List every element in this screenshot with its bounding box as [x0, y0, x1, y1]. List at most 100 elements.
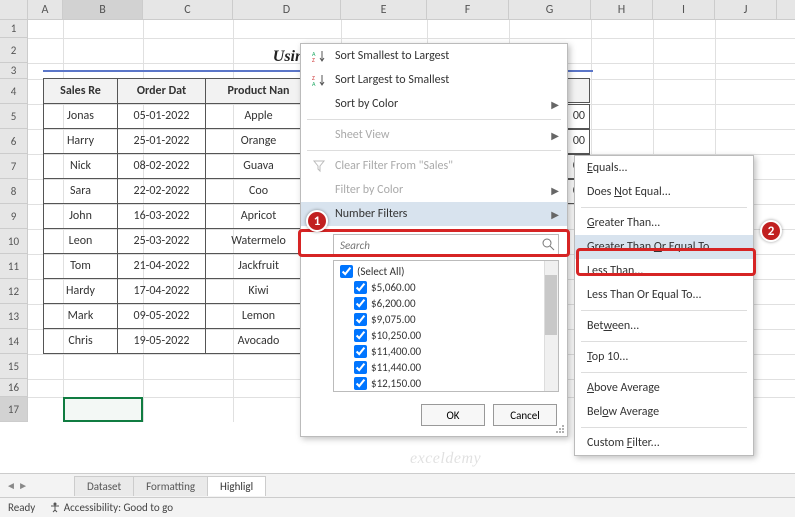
- row-13[interactable]: 13: [0, 304, 28, 329]
- tab-highlight[interactable]: Highligl: [207, 476, 266, 496]
- cell[interactable]: Sara: [44, 179, 118, 204]
- cell[interactable]: John: [44, 204, 118, 229]
- value-checkbox[interactable]: [354, 345, 367, 358]
- table-row[interactable]: Sara22-02-2022Coo: [44, 179, 312, 204]
- select-all-corner[interactable]: [0, 0, 28, 19]
- row-15[interactable]: 15: [0, 354, 28, 379]
- cell[interactable]: 19-05-2022: [118, 329, 206, 354]
- col-G[interactable]: G: [509, 0, 591, 19]
- value-list-item[interactable]: $11,440.00: [338, 359, 554, 375]
- cell[interactable]: 22-02-2022: [118, 179, 206, 204]
- cell[interactable]: 09-05-2022: [118, 304, 206, 329]
- row-7[interactable]: 7: [0, 154, 28, 179]
- search-input[interactable]: [333, 234, 559, 256]
- cell[interactable]: 25-01-2022: [118, 129, 206, 154]
- row-16[interactable]: 16: [0, 379, 28, 397]
- cell[interactable]: 16-03-2022: [118, 204, 206, 229]
- cell[interactable]: Apricot: [206, 204, 312, 229]
- ok-button[interactable]: OK: [421, 404, 485, 426]
- tab-nav[interactable]: ◄ ►: [6, 479, 28, 492]
- row-12[interactable]: 12: [0, 279, 28, 304]
- cell[interactable]: Hardy: [44, 279, 118, 304]
- table-row[interactable]: Jonas05-01-2022Apple: [44, 104, 312, 129]
- value-list-item[interactable]: $12,150.00: [338, 375, 554, 391]
- cell[interactable]: Kiwi: [206, 279, 312, 304]
- value-checkbox[interactable]: [354, 329, 367, 342]
- col-F[interactable]: F: [427, 0, 509, 19]
- value-checkbox[interactable]: [354, 377, 367, 390]
- col-J[interactable]: J: [715, 0, 777, 19]
- scrollbar-thumb[interactable]: [545, 275, 557, 335]
- tab-formatting[interactable]: Formatting: [133, 476, 208, 496]
- value-list-item[interactable]: $5,060.00: [338, 279, 554, 295]
- col-D[interactable]: D: [233, 0, 341, 19]
- value-checkbox[interactable]: [340, 265, 353, 278]
- table-row[interactable]: Mark09-05-2022Lemon: [44, 304, 312, 329]
- cell[interactable]: Apple: [206, 104, 312, 129]
- menu-number-filters[interactable]: Number Filters ▶: [301, 202, 567, 226]
- col-B[interactable]: B: [63, 0, 143, 19]
- cell[interactable]: Tom: [44, 254, 118, 279]
- value-checkbox[interactable]: [354, 313, 367, 326]
- cell[interactable]: Guava: [206, 154, 312, 179]
- row-5[interactable]: 5: [0, 104, 28, 129]
- cell[interactable]: Jonas: [44, 104, 118, 129]
- sub-top10[interactable]: Top 10...: [575, 345, 753, 369]
- th-sales-rep[interactable]: Sales Re: [44, 79, 118, 104]
- th-product-name[interactable]: Product Nan: [206, 79, 312, 104]
- tab-dataset[interactable]: Dataset: [74, 476, 134, 496]
- sub-equals[interactable]: EEquals...quals...: [575, 156, 753, 180]
- sub-greater-than-equal[interactable]: Greater Than Or Equal To...: [575, 235, 753, 259]
- value-list-item[interactable]: (Select All): [338, 263, 554, 279]
- cell[interactable]: Harry: [44, 129, 118, 154]
- table-row[interactable]: Tom21-04-2022Jackfruit: [44, 254, 312, 279]
- row-14[interactable]: 14: [0, 329, 28, 354]
- cell[interactable]: Lemon: [206, 304, 312, 329]
- table-row[interactable]: Hardy17-04-2022Kiwi: [44, 279, 312, 304]
- sub-between[interactable]: Between...: [575, 314, 753, 338]
- sub-greater-than[interactable]: Greater Than...: [575, 211, 753, 235]
- value-list-item[interactable]: $6,200.00: [338, 295, 554, 311]
- col-A[interactable]: A: [28, 0, 63, 19]
- cell[interactable]: Mark: [44, 304, 118, 329]
- col-E[interactable]: E: [341, 0, 427, 19]
- sub-not-equal[interactable]: Does Not Equal...: [575, 180, 753, 204]
- value-list-item[interactable]: $10,250.00: [338, 327, 554, 343]
- cell[interactable]: Watermelo: [206, 229, 312, 254]
- value-checkbox[interactable]: [354, 281, 367, 294]
- list-scrollbar[interactable]: [544, 261, 558, 391]
- col-C[interactable]: C: [143, 0, 233, 19]
- col-H[interactable]: H: [591, 0, 653, 19]
- row-11[interactable]: 11: [0, 254, 28, 279]
- sub-less-than[interactable]: Less Than...: [575, 259, 753, 283]
- cell[interactable]: Nick: [44, 154, 118, 179]
- table-row[interactable]: Leon25-03-2022Watermelo: [44, 229, 312, 254]
- row-9[interactable]: 9: [0, 204, 28, 229]
- sub-custom[interactable]: Custom Filter...: [575, 431, 753, 455]
- cell[interactable]: 21-04-2022: [118, 254, 206, 279]
- value-list[interactable]: (Select All)$5,060.00$6,200.00$9,075.00$…: [333, 260, 559, 392]
- table-row[interactable]: Nick08-02-2022Guava: [44, 154, 312, 179]
- cell[interactable]: Avocado: [206, 329, 312, 354]
- menu-sort-color[interactable]: Sort by Color ▶: [301, 92, 567, 116]
- value-list-item[interactable]: $14,040.00: [338, 391, 554, 392]
- sub-above-avg[interactable]: Above Average: [575, 376, 753, 400]
- cell[interactable]: 08-02-2022: [118, 154, 206, 179]
- sub-below-avg[interactable]: Below Average: [575, 400, 753, 424]
- table-row[interactable]: John16-03-2022Apricot: [44, 204, 312, 229]
- cell[interactable]: 17-04-2022: [118, 279, 206, 304]
- table-row[interactable]: Chris19-05-2022Avocado: [44, 329, 312, 354]
- row-4[interactable]: 4: [0, 79, 28, 104]
- row-3[interactable]: 3: [0, 63, 28, 79]
- row-6[interactable]: 6: [0, 129, 28, 154]
- value-checkbox[interactable]: [354, 361, 367, 374]
- cell[interactable]: 05-01-2022: [118, 104, 206, 129]
- sub-less-than-equal[interactable]: Less Than Or Equal To...: [575, 283, 753, 307]
- cell[interactable]: Chris: [44, 329, 118, 354]
- table-row[interactable]: Harry25-01-2022Orange: [44, 129, 312, 154]
- th-order-date[interactable]: Order Dat: [118, 79, 206, 104]
- cell[interactable]: Leon: [44, 229, 118, 254]
- row-2[interactable]: 2: [0, 38, 28, 63]
- cell[interactable]: 25-03-2022: [118, 229, 206, 254]
- cancel-button[interactable]: Cancel: [493, 404, 557, 426]
